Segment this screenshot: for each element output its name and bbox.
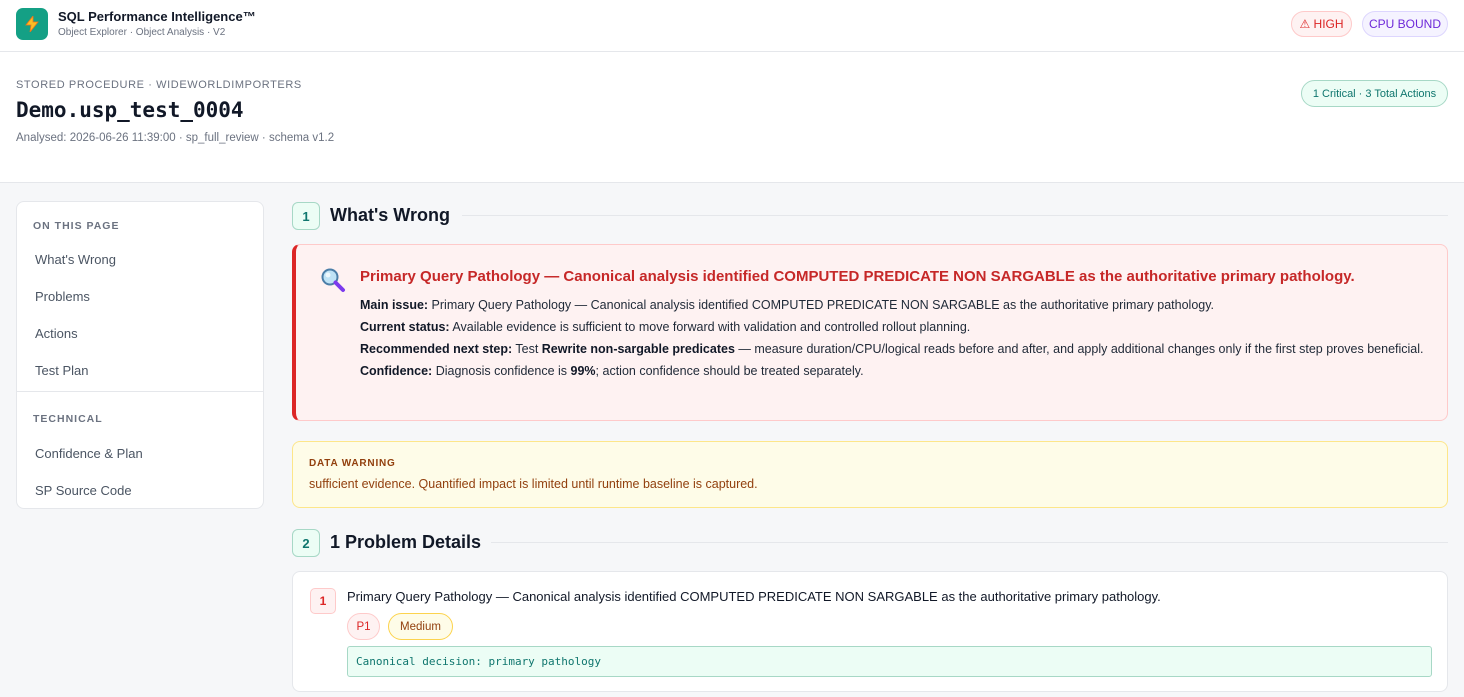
data-warning-banner: DATA WARNING sufficient evidence. Quanti… xyxy=(292,441,1448,508)
section-number-badge: 2 xyxy=(292,529,320,557)
next-step-action: Rewrite non-sargable predicates xyxy=(541,342,735,356)
cpu-bound-badge: CPU BOUND xyxy=(1362,11,1448,37)
analysis-meta: Analysed: 2026-06-26 11:39:00 · sp_full_… xyxy=(16,132,335,144)
severity-badge: ⚠ HIGH xyxy=(1291,11,1352,37)
next-step-label: Recommended next step: xyxy=(360,342,513,356)
problem-title: Primary Query Pathology — Canonical anal… xyxy=(347,589,1161,604)
data-warning-text: sufficient evidence. Quantified impact i… xyxy=(309,477,758,491)
status-text: Available evidence is sufficient to move… xyxy=(449,320,971,334)
main-issue-label: Main issue: xyxy=(360,298,429,312)
lightning-icon xyxy=(25,16,39,32)
next-step-text: — measure duration/CPU/logical reads bef… xyxy=(734,342,1424,356)
object-type-label: STORED PROCEDURE · WIDEWORLDIMPORTERS xyxy=(16,79,302,91)
confidence-post: ; action confidence should be treated se… xyxy=(595,364,864,378)
sidebar-nav: ON THIS PAGE What's Wrong Problems Actio… xyxy=(16,201,264,509)
confidence-line: Confidence: Diagnosis confidence is 99%;… xyxy=(360,360,1430,382)
actions-summary-badge: 1 Critical · 3 Total Actions xyxy=(1301,80,1448,107)
sidebar-item-problems[interactable]: Problems xyxy=(35,289,90,304)
issue-title: Primary Query Pathology — Canonical anal… xyxy=(360,268,1355,285)
status-label: Current status: xyxy=(360,320,450,334)
sidebar-item-test-plan[interactable]: Test Plan xyxy=(35,363,88,378)
app-breadcrumb: Object Explorer · Object Analysis · V2 xyxy=(58,27,226,38)
main-issue-line: Main issue: Primary Query Pathology — Ca… xyxy=(360,294,1430,316)
problem-card: 1 Primary Query Pathology — Canonical an… xyxy=(292,571,1448,692)
sidebar-heading-technical: TECHNICAL xyxy=(33,413,103,425)
top-bar: SQL Performance Intelligence™ Object Exp… xyxy=(0,0,1464,52)
section-number-badge: 1 xyxy=(292,202,320,230)
section-divider xyxy=(462,215,1448,216)
priority-badge: P1 xyxy=(347,613,380,640)
sidebar-item-sp-source[interactable]: SP Source Code xyxy=(35,483,132,498)
confidence-label: Confidence: xyxy=(360,364,433,378)
primary-issue-card: Primary Query Pathology — Canonical anal… xyxy=(292,244,1448,421)
logo xyxy=(16,8,48,40)
confidence-value: 99% xyxy=(570,364,596,378)
sidebar-divider xyxy=(17,391,263,392)
sidebar-item-confidence-plan[interactable]: Confidence & Plan xyxy=(35,446,143,461)
section-title-whats-wrong: What's Wrong xyxy=(330,205,450,225)
next-step-line: Recommended next step: Test Rewrite non-… xyxy=(360,338,1430,360)
status-line: Current status: Available evidence is su… xyxy=(360,316,1430,338)
sidebar-item-whats-wrong[interactable]: What's Wrong xyxy=(35,252,116,267)
magnifier-icon xyxy=(320,267,346,293)
page-title: Demo.usp_test_0004 xyxy=(16,98,244,122)
sidebar-item-actions[interactable]: Actions xyxy=(35,326,78,341)
object-header: STORED PROCEDURE · WIDEWORLDIMPORTERS De… xyxy=(0,52,1464,183)
section-divider xyxy=(491,542,1448,543)
next-step-pre: Test xyxy=(512,342,542,356)
confidence-pre: Diagnosis confidence is xyxy=(432,364,571,378)
app-title: SQL Performance Intelligence™ xyxy=(58,9,256,24)
main-issue-text: Primary Query Pathology — Canonical anal… xyxy=(428,298,1215,312)
sidebar-heading-page: ON THIS PAGE xyxy=(33,220,120,232)
canonical-decision-code: Canonical decision: primary pathology xyxy=(347,646,1432,677)
problem-number-badge: 1 xyxy=(310,588,336,614)
severity-tag: Medium xyxy=(388,613,453,640)
section-title-problems: 1 Problem Details xyxy=(330,532,482,552)
data-warning-label: DATA WARNING xyxy=(309,458,396,469)
issue-summary: Main issue: Primary Query Pathology — Ca… xyxy=(360,294,1430,382)
